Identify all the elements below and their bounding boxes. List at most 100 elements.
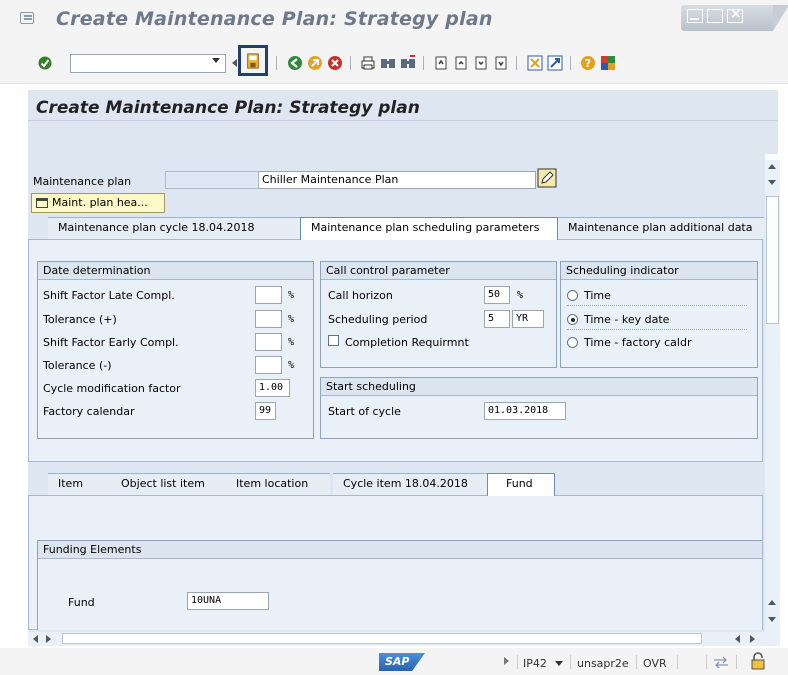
scheduling-period-unit-field[interactable]: YR: [512, 310, 544, 328]
tab-maintenance-plan-cycle[interactable]: Maintenance plan cycle 18.04.2018: [48, 217, 303, 239]
scroll-right-icon[interactable]: [46, 635, 51, 643]
percent-unit: %: [288, 360, 295, 371]
customize-layout-icon[interactable]: [600, 55, 616, 71]
svg-text:?: ?: [585, 57, 591, 70]
maintenance-plan-number-field[interactable]: [165, 171, 259, 189]
completion-checkbox[interactable]: [328, 335, 339, 346]
maintenance-plan-description-field[interactable]: Chiller Maintenance Plan: [259, 171, 536, 189]
item-tabstrip: Item Object list item Item location Cycl…: [28, 473, 762, 496]
percent-unit: %: [288, 290, 295, 301]
tab-item-location[interactable]: Item location: [226, 473, 330, 495]
cycle-modification-field[interactable]: 1.00: [255, 379, 290, 397]
scroll-down-icon[interactable]: [768, 617, 776, 622]
shift-late-label: Shift Factor Late Compl.: [43, 289, 175, 302]
tab-object-list-item[interactable]: Object list item: [111, 473, 226, 495]
new-session-icon[interactable]: [527, 55, 543, 71]
divider: [677, 655, 678, 669]
completion-label: Completion Requirmnt: [345, 336, 469, 349]
shortcut-icon[interactable]: [547, 55, 563, 71]
factory-calendar-field[interactable]: 99: [255, 402, 276, 420]
call-horizon-field[interactable]: 50: [484, 286, 510, 304]
shift-early-label: Shift Factor Early Compl.: [43, 336, 179, 349]
screen-title: Create Maintenance Plan: Strategy plan: [36, 98, 420, 118]
tab-scheduling-parameters[interactable]: Maintenance plan scheduling parameters: [300, 217, 558, 240]
group-title: Funding Elements: [38, 541, 762, 559]
find-next-icon[interactable]: [400, 55, 416, 71]
connection-icon[interactable]: [713, 656, 729, 669]
tab-label: Item: [58, 477, 84, 490]
divider: [706, 655, 707, 669]
tab-fund[interactable]: Fund: [487, 473, 555, 496]
scroll-right-icon[interactable]: [750, 635, 755, 643]
collapse-command-icon[interactable]: [232, 59, 237, 67]
find-icon[interactable]: [380, 55, 396, 71]
horizontal-scrollbar[interactable]: [28, 632, 780, 646]
maint-plan-header-label: Maint. plan hea...: [52, 196, 148, 209]
back-icon[interactable]: [287, 55, 303, 71]
command-field[interactable]: [70, 54, 226, 73]
exit-icon[interactable]: [307, 55, 323, 71]
scheduling-period-label: Scheduling period: [328, 313, 428, 326]
maint-plan-header-button[interactable]: Maint. plan hea...: [31, 193, 165, 213]
shift-early-field[interactable]: [255, 333, 282, 351]
save-icon[interactable]: [245, 53, 261, 69]
radio-time-factory-calendar[interactable]: [567, 337, 578, 348]
radio-time-key-date-label: Time - key date: [584, 313, 670, 326]
scroll-up-icon[interactable]: [768, 600, 776, 605]
lock-icon[interactable]: [750, 652, 766, 670]
window-controls: [681, 5, 788, 31]
divider: [736, 655, 737, 669]
scroll-thumb[interactable]: [62, 633, 702, 644]
divider: [28, 120, 778, 121]
last-page-icon[interactable]: [493, 55, 509, 71]
tab-label: Object list item: [121, 477, 205, 490]
start-of-cycle-field[interactable]: 01.03.2018: [484, 402, 566, 420]
divider: [567, 305, 747, 306]
percent-unit: %: [288, 337, 295, 348]
scroll-down-icon[interactable]: [768, 180, 776, 185]
tab-cycle-item[interactable]: Cycle item 18.04.2018: [333, 473, 487, 495]
group-title: Scheduling indicator: [561, 262, 757, 280]
tab-label: Maintenance plan additional data: [568, 221, 753, 234]
divider: [570, 655, 571, 669]
start-of-cycle-label: Start of cycle: [328, 405, 401, 418]
scroll-thumb[interactable]: [766, 196, 779, 324]
window-title: Create Maintenance Plan: Strategy plan: [56, 8, 493, 30]
factory-calendar-label: Factory calendar: [43, 405, 135, 418]
title-bar: Create Maintenance Plan: Strategy plan: [0, 0, 788, 38]
close-button[interactable]: [727, 6, 743, 23]
status-expand-icon[interactable]: [504, 657, 509, 665]
chevron-down-icon[interactable]: [555, 661, 563, 666]
chevron-down-icon[interactable]: [212, 58, 220, 63]
cancel-icon[interactable]: [327, 55, 343, 71]
radio-time[interactable]: [567, 290, 578, 301]
scroll-left-icon[interactable]: [33, 635, 38, 643]
tab-additional-data[interactable]: Maintenance plan additional data: [558, 217, 764, 239]
tolerance-plus-field[interactable]: [255, 310, 282, 328]
system-menu-icon[interactable]: [20, 12, 34, 24]
maintenance-plan-label: Maintenance plan: [33, 175, 132, 188]
maximize-button[interactable]: [707, 9, 723, 23]
group-title: Date determination: [38, 262, 313, 280]
tab-item[interactable]: Item: [48, 473, 111, 495]
scroll-up-icon[interactable]: [768, 164, 776, 169]
tolerance-minus-field[interactable]: [255, 356, 282, 374]
print-icon[interactable]: [360, 55, 376, 71]
next-page-icon[interactable]: [473, 55, 489, 71]
shift-late-field[interactable]: [255, 286, 282, 304]
scheduling-period-field[interactable]: 5: [484, 310, 510, 328]
radio-time-key-date[interactable]: [567, 314, 578, 325]
prev-page-icon[interactable]: [453, 55, 469, 71]
scroll-left-icon[interactable]: [735, 635, 740, 643]
fund-field[interactable]: 10UNA: [187, 592, 269, 610]
insert-mode[interactable]: OVR: [643, 657, 667, 670]
tolerance-minus-label: Tolerance (-): [43, 359, 112, 372]
help-icon[interactable]: ?: [580, 55, 596, 71]
divider: [636, 655, 637, 669]
minimize-button[interactable]: [687, 9, 703, 23]
long-text-icon[interactable]: [537, 168, 557, 188]
first-page-icon[interactable]: [433, 55, 449, 71]
server-name: unsapr2e: [577, 657, 629, 670]
vertical-scrollbar[interactable]: [765, 160, 780, 632]
enter-icon[interactable]: [38, 56, 52, 70]
